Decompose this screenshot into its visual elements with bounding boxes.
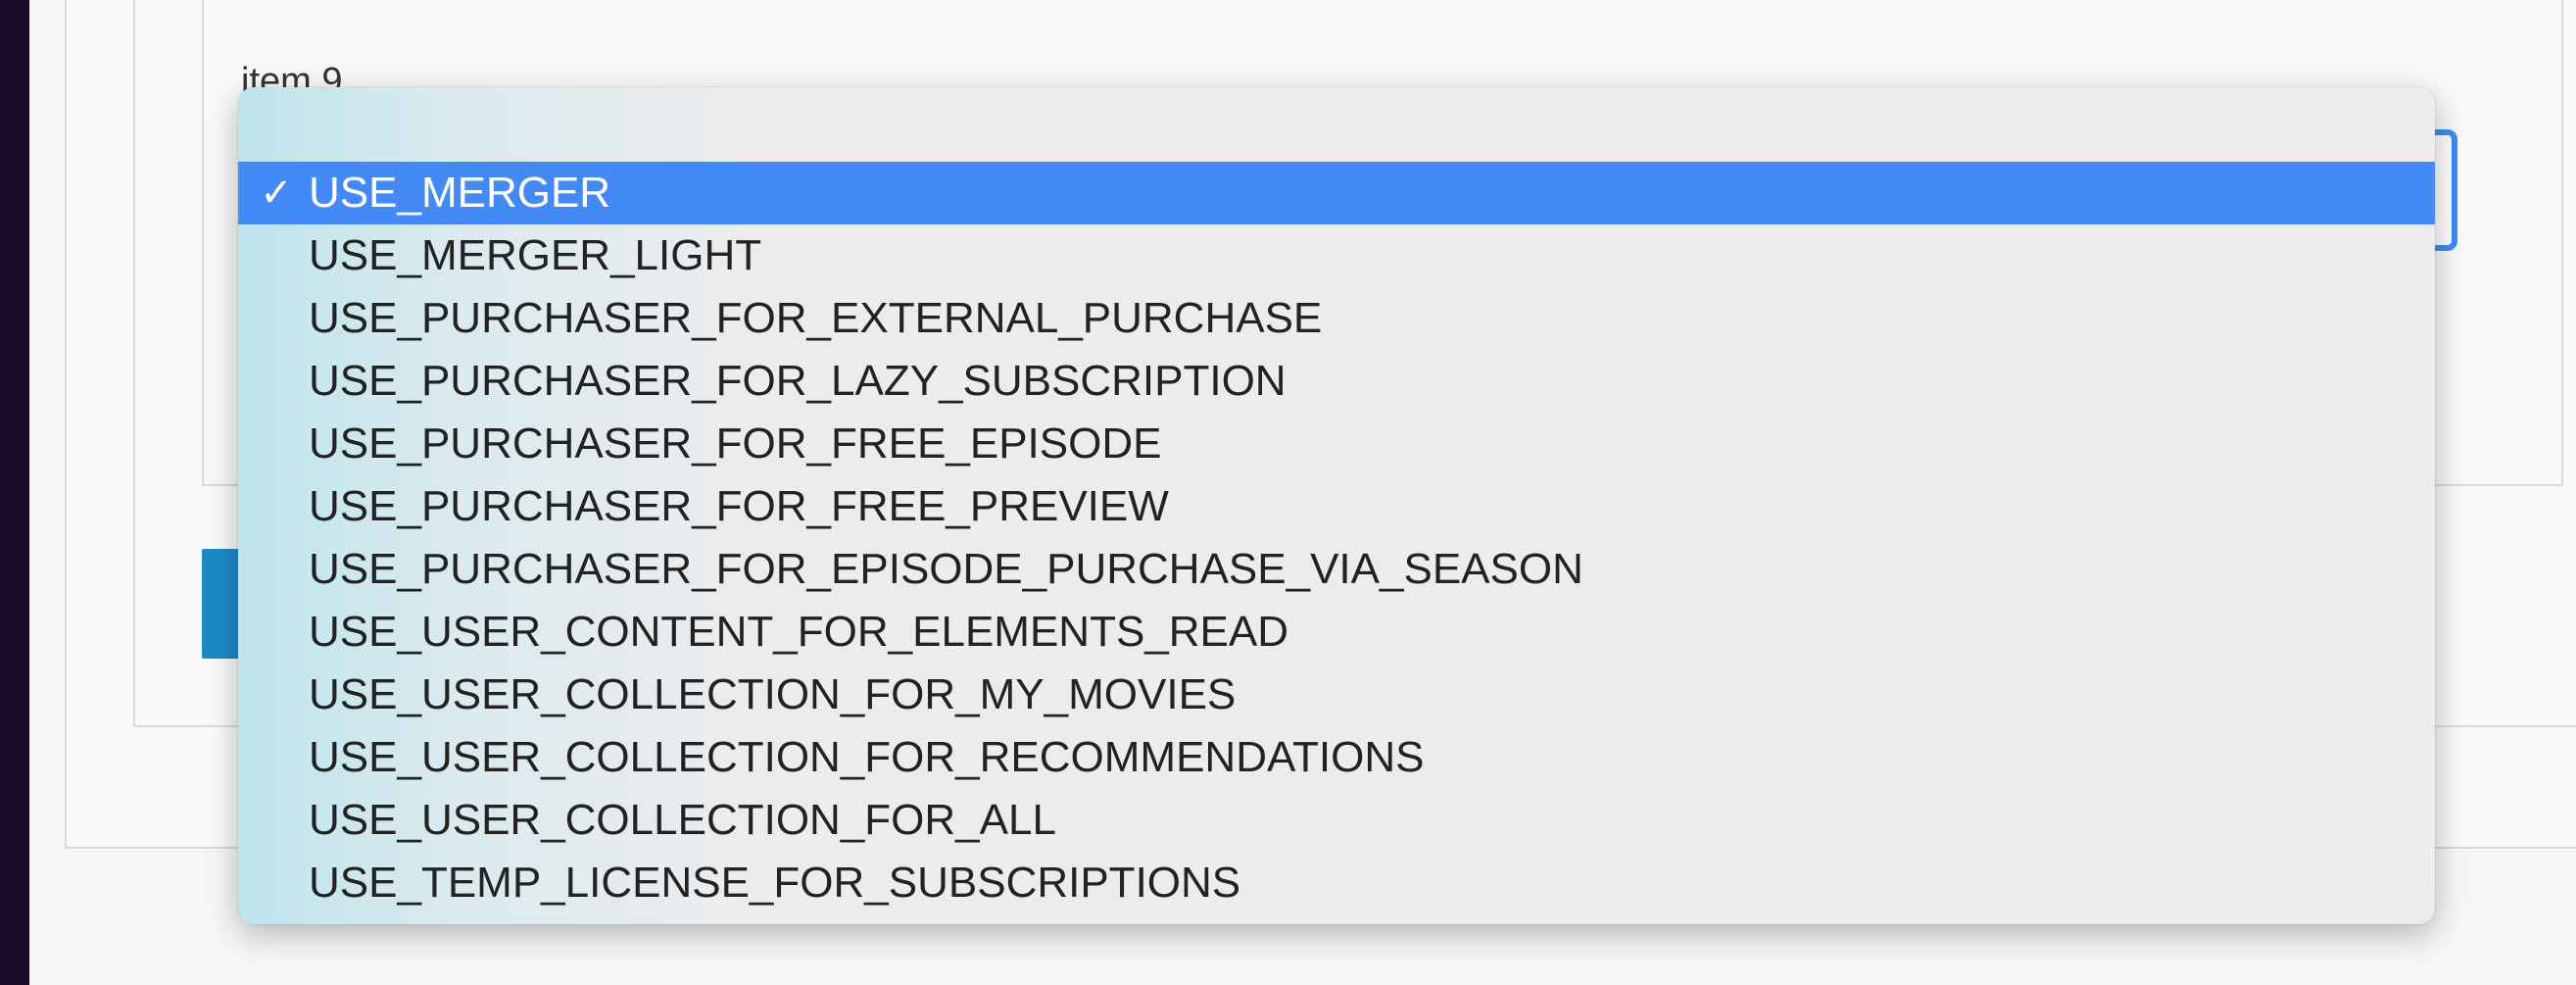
- option-item[interactable]: USE_USER_COLLECTION_FOR_MY_MOVIES: [238, 664, 2435, 726]
- option-item[interactable]: USE_USER_COLLECTION_FOR_RECOMMENDATIONS: [238, 726, 2435, 789]
- option-label: USE_PURCHASER_FOR_FREE_EPISODE: [309, 419, 1162, 468]
- option-label: USE_USER_CONTENT_FOR_ELEMENTS_READ: [309, 608, 1289, 656]
- option-item[interactable]: USE_PURCHASER_FOR_FREE_PREVIEW: [238, 475, 2435, 538]
- option-label: USE_MERGER: [309, 169, 611, 217]
- option-label: USE_MERGER_LIGHT: [309, 231, 762, 279]
- option-label: USE_PURCHASER_FOR_EXTERNAL_PURCHASE: [309, 294, 1323, 342]
- option-item[interactable]: USE_PURCHASER_FOR_LAZY_SUBSCRIPTION: [238, 350, 2435, 413]
- option-label: USE_PURCHASER_FOR_LAZY_SUBSCRIPTION: [309, 357, 1287, 405]
- option-label: USE_TEMP_LICENSE_FOR_SUBSCRIPTIONS: [309, 859, 1241, 907]
- option-label: USE_USER_COLLECTION_FOR_MY_MOVIES: [309, 670, 1237, 718]
- option-label: USE_USER_COLLECTION_FOR_ALL: [309, 796, 1056, 844]
- option-label: USE_PURCHASER_FOR_EPISODE_PURCHASE_VIA_S…: [309, 545, 1583, 593]
- option-item[interactable]: USE_USER_CONTENT_FOR_ELEMENTS_READ: [238, 601, 2435, 664]
- option-label: USE_PURCHASER_FOR_FREE_PREVIEW: [309, 482, 1169, 530]
- option-item[interactable]: USE_PURCHASER_FOR_FREE_EPISODE: [238, 413, 2435, 475]
- option-item[interactable]: USE_USER_COLLECTION_FOR_ALL: [238, 789, 2435, 852]
- option-item[interactable]: USE_PURCHASER_FOR_EPISODE_PURCHASE_VIA_S…: [238, 538, 2435, 601]
- option-item[interactable]: USE_TEMP_LICENSE_FOR_SUBSCRIPTIONS: [238, 852, 2435, 914]
- option-item[interactable]: ✓ USE_MERGER: [238, 162, 2435, 224]
- option-label: USE_USER_COLLECTION_FOR_RECOMMENDATIONS: [309, 733, 1425, 781]
- option-list: ✓ USE_MERGER USE_MERGER_LIGHT USE_PURCHA…: [238, 162, 2435, 914]
- option-item[interactable]: USE_PURCHASER_FOR_EXTERNAL_PURCHASE: [238, 287, 2435, 350]
- option-item[interactable]: USE_MERGER_LIGHT: [238, 224, 2435, 287]
- checkmark-icon: ✓: [260, 171, 293, 216]
- select-dropdown-menu: ✓ USE_MERGER USE_MERGER_LIGHT USE_PURCHA…: [238, 87, 2435, 924]
